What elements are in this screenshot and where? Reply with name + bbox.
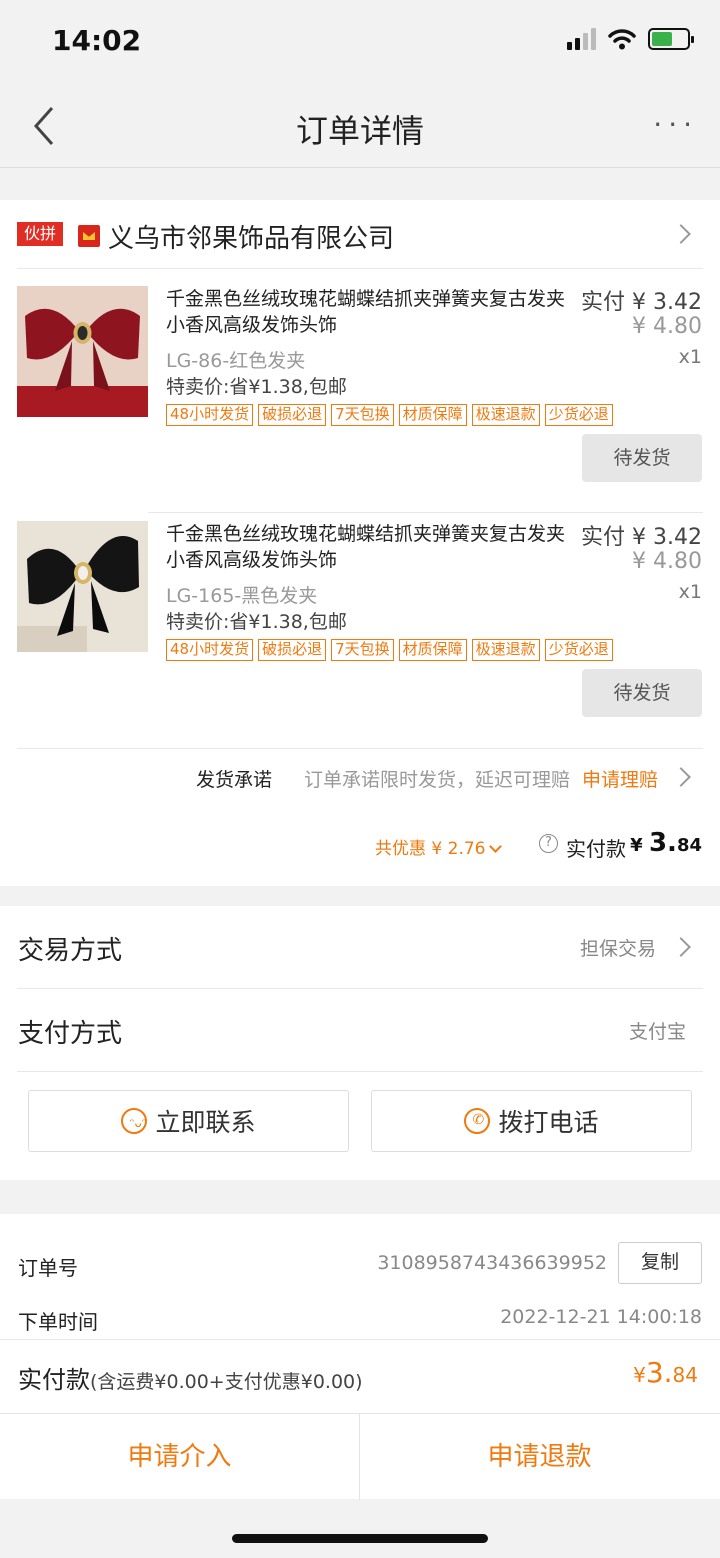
pending-shipment-button[interactable]: 待发货 [582,669,702,717]
store-icon [78,225,100,247]
product-item[interactable]: 千金黑色丝绒玫瑰花蝴蝶结抓夹弹簧夹复古发夹小香风高级发饰头饰 实付 ¥ 3.42… [0,503,720,735]
product-original-price: ¥ 4.80 [632,314,702,339]
service-badge: 少货必退 [544,404,613,426]
chevron-right-icon [671,937,691,957]
product-paid-price: 实付 ¥ 3.42 [581,525,702,550]
paid-amount: ¥3.84 [633,1356,698,1389]
product-title: 千金黑色丝绒玫瑰花蝴蝶结抓夹弹簧夹复古发夹小香风高级发饰头饰 [166,523,566,571]
apply-refund-button[interactable]: 申请退款 [360,1414,719,1500]
order-time-value: 2022-12-21 14:00:18 [500,1306,702,1328]
product-sku: LG-86-红色发夹 [166,350,306,372]
product-original-price: ¥ 4.80 [632,549,702,574]
bottom-action-bar: 申请介入 申请退款 [0,1413,720,1500]
service-badge: 48小时发货 [166,639,254,661]
more-menu-icon[interactable]: ··· [653,108,698,141]
service-badge: 7天包换 [331,404,394,426]
battery-icon [648,28,694,50]
service-badges: 48小时发货 破损必退 7天包换 材质保障 极速退款 少货必退 [166,404,613,426]
order-items-card: 伙拼 义乌市邻果饰品有限公司 千金黑色丝绒玫瑰花蝴蝶结抓夹弹簧夹复古发夹小香风高… [0,200,720,886]
discount-text: 共优惠 ¥ 2.76 [375,839,486,859]
nav-bar: 订单详情 ··· [0,84,720,168]
partner-tag: 伙拼 [17,222,64,246]
call-phone-label: 拨打电话 [498,1108,599,1137]
pending-shipment-button[interactable]: 待发货 [582,434,702,482]
product-special-price: 特卖价:省¥1.38,包邮 [166,611,347,633]
apply-intervention-button[interactable]: 申请介入 [0,1414,359,1500]
order-detail-card: 订单号 3108958743436639952 复制 下单时间 2022-12-… [0,1214,720,1413]
service-badges: 48小时发货 破损必退 7天包换 材质保障 极速退款 少货必退 [166,639,613,661]
contact-buttons: ᵔᴗᵔ 立即联系 ✆ 拨打电话 [0,1090,720,1152]
status-icons [567,28,694,50]
promise-label: 发货承诺 [195,769,272,791]
service-badge: 7天包换 [331,639,394,661]
product-sku: LG-165-黑色发夹 [166,585,318,607]
discount-toggle[interactable]: 共优惠 ¥ 2.76 [375,834,503,859]
wifi-icon [608,29,636,50]
service-badge: 材质保障 [398,404,467,426]
chevron-right-icon [671,767,691,787]
product-qty: x1 [678,581,702,603]
service-badge: 48小时发货 [166,404,254,426]
total-label: 实付款 [566,837,626,861]
home-indicator[interactable] [232,1534,488,1543]
product-image [17,286,148,417]
status-time: 14:02 [52,24,142,57]
page-title: 订单详情 [295,112,424,150]
paid-label: 实付款(含运费¥0.00+支付优惠¥0.00) [18,1366,363,1394]
status-bar: 14:02 [0,0,720,84]
chevron-down-icon [489,840,503,853]
payment-method-value: 支付宝 [628,1021,686,1043]
order-time-row: 下单时间 2022-12-21 14:00:18 [0,1294,720,1344]
order-number-label: 订单号 [18,1256,78,1280]
total-row: 共优惠 ¥ 2.76 ? 实付款 ¥ 3.84 [0,820,720,870]
payment-method-label: 支付方式 [18,1019,123,1049]
service-badge: 少货必退 [544,639,613,661]
service-badge: 极速退款 [471,404,540,426]
store-row[interactable]: 伙拼 义乌市邻果饰品有限公司 [0,200,720,268]
paid-row: 实付款(含运费¥0.00+支付优惠¥0.00) ¥3.84 [0,1340,720,1412]
trade-method-label: 交易方式 [18,936,123,966]
copy-button[interactable]: 复制 [618,1242,702,1284]
store-name: 义乌市邻果饰品有限公司 [108,224,395,254]
trade-method-value: 担保交易 [579,938,656,960]
payment-method-row: 支付方式 支付宝 [0,989,720,1072]
contact-seller-button[interactable]: ᵔᴗᵔ 立即联系 [28,1090,349,1152]
contact-seller-label: 立即联系 [155,1108,256,1137]
trade-method-row[interactable]: 交易方式 担保交易 [0,906,720,989]
service-badge: 破损必退 [258,404,327,426]
total-amount: ¥ 3.84 [630,828,702,858]
call-phone-button[interactable]: ✆ 拨打电话 [371,1090,692,1152]
question-icon[interactable]: ? [539,834,558,853]
product-image [17,521,148,652]
payment-info-card: 交易方式 担保交易 支付方式 支付宝 ᵔᴗᵔ 立即联系 ✆ 拨打电话 [0,906,720,1180]
product-qty: x1 [678,346,702,368]
service-badge: 极速退款 [471,639,540,661]
product-item[interactable]: 千金黑色丝绒玫瑰花蝴蝶结抓夹弹簧夹复古发夹小香风高级发饰头饰 实付 ¥ 3.42… [0,268,720,500]
shipping-promise-row[interactable]: 发货承诺 订单承诺限时发货，延迟可理赔 申请理赔 [0,749,720,805]
divider [17,1071,703,1072]
order-number-row: 订单号 3108958743436639952 复制 [0,1240,720,1290]
promise-text: 订单承诺限时发货，延迟可理赔 [303,769,570,791]
product-paid-price: 实付 ¥ 3.42 [581,290,702,315]
cellular-signal-icon [567,28,596,50]
service-badge: 破损必退 [258,639,327,661]
chevron-right-icon [671,224,691,244]
order-time-label: 下单时间 [18,1310,98,1334]
product-special-price: 特卖价:省¥1.38,包邮 [166,376,347,398]
product-title: 千金黑色丝绒玫瑰花蝴蝶结抓夹弹簧夹复古发夹小香风高级发饰头饰 [166,288,566,336]
claim-link[interactable]: 申请理赔 [582,765,658,792]
phone-icon: ✆ [464,1108,491,1134]
chat-face-icon: ᵔᴗᵔ [121,1108,148,1134]
service-badge: 材质保障 [398,639,467,661]
order-number-value: 3108958743436639952 [377,1252,607,1274]
